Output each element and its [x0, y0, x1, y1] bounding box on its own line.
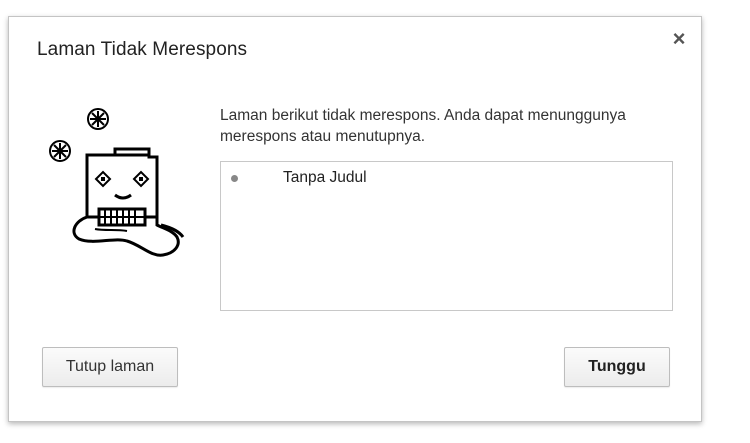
- page-title-label: Tanpa Judul: [283, 169, 367, 186]
- dialog-title: Laman Tidak Merespons: [37, 39, 248, 60]
- list-item[interactable]: Tanpa Judul: [221, 168, 672, 190]
- snowflake-icon: [49, 140, 71, 162]
- sad-tab-icon: [43, 105, 193, 265]
- dialog-message: Laman berikut tidak merespons. Anda dapa…: [220, 107, 626, 145]
- page-unresponsive-dialog: Laman Tidak Merespons × Laman berikut ti…: [8, 16, 702, 422]
- snowflake-icon: [87, 108, 109, 130]
- wait-button[interactable]: Tunggu: [564, 347, 670, 387]
- bullet-icon: [231, 175, 238, 182]
- close-icon[interactable]: ×: [669, 28, 689, 50]
- close-page-button[interactable]: Tutup laman: [42, 347, 178, 387]
- unresponsive-pages-list[interactable]: Tanpa Judul: [220, 161, 673, 311]
